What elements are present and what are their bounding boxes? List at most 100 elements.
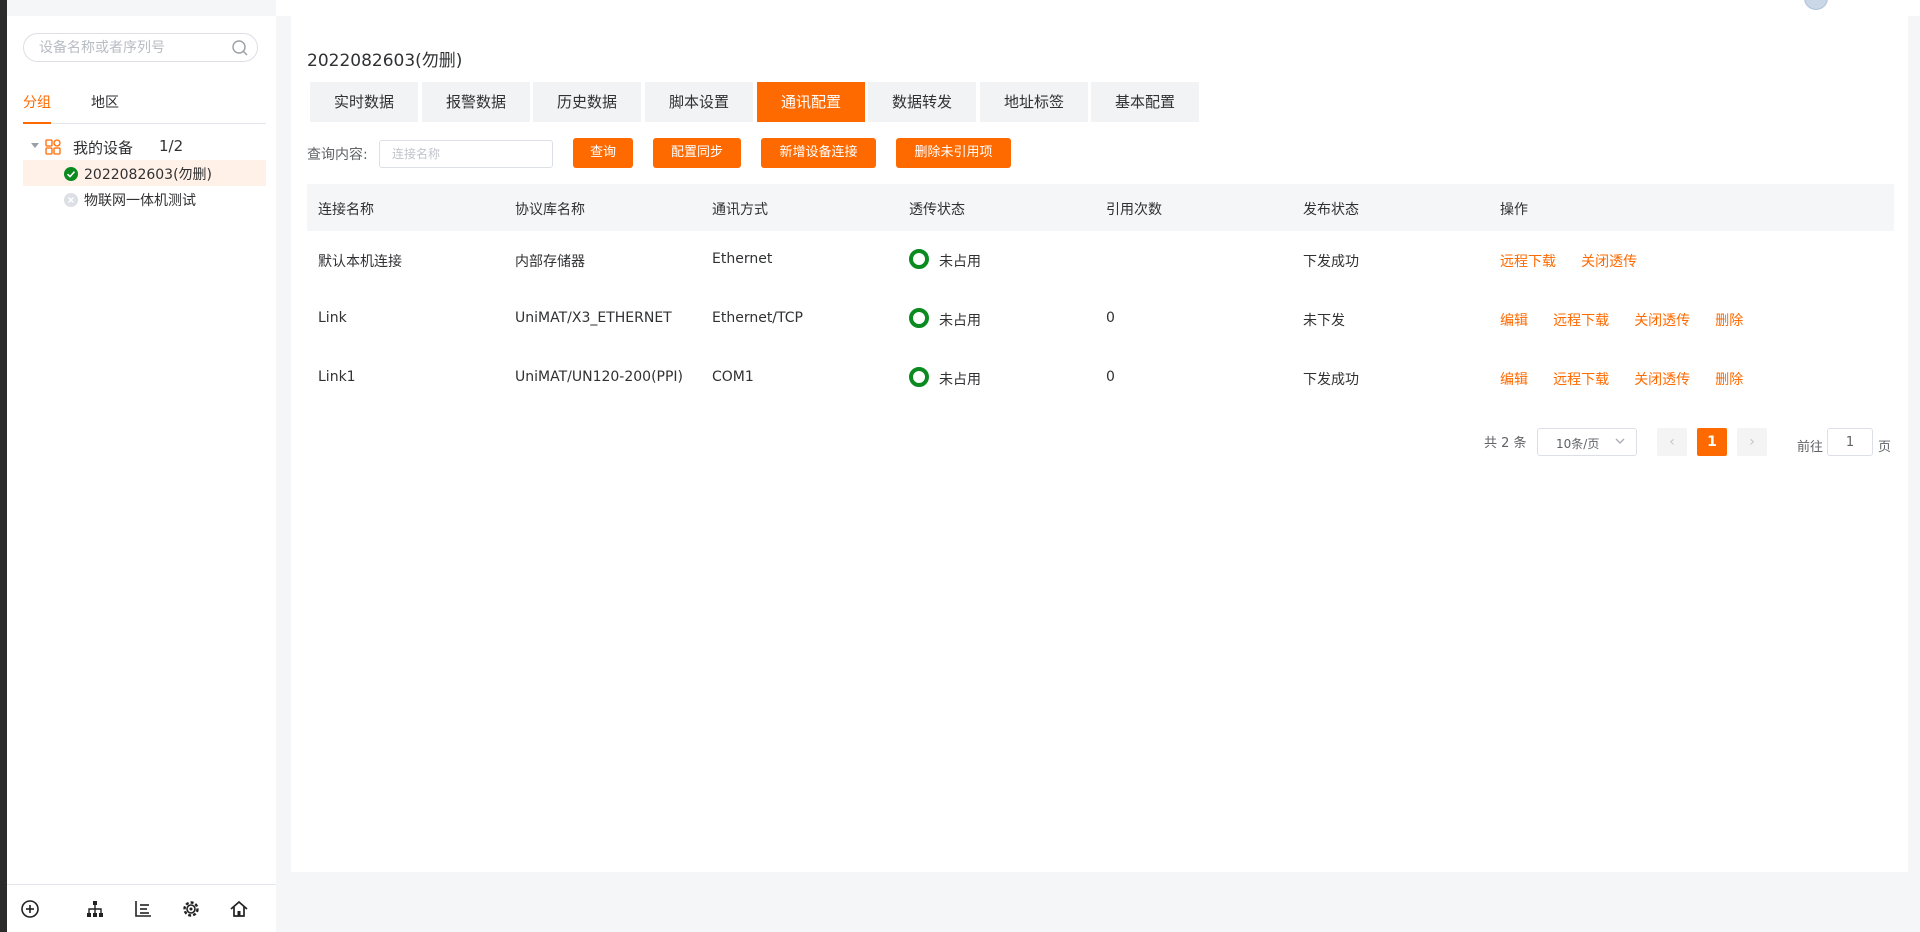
col-header-ops: 操作 [1500,202,1528,218]
search-icon[interactable] [231,39,249,57]
next-page-button[interactable]: › [1737,428,1767,456]
col-header-publish: 发布状态 [1303,202,1359,218]
active-tab-indicator [23,122,51,124]
device-search [23,33,258,62]
page-suffix-label: 页 [1878,440,1892,455]
status-ring-icon [909,367,929,387]
cell-protocol: UniMAT/UN120-200(PPI) [515,369,683,385]
tab-alarm-data[interactable]: 报警数据 [422,82,530,122]
edit-link[interactable]: 编辑 [1500,313,1528,329]
tab-realtime-data[interactable]: 实时数据 [310,82,418,122]
tree-device-label: 2022082603(勿删) [84,167,212,183]
table-row: Link1 UniMAT/UN120-200(PPI) COM1 未占用 0 下… [307,349,1894,408]
add-circle-icon[interactable] [20,899,40,919]
chevron-down-icon [1615,438,1625,444]
cell-mode: Ethernet [712,251,773,267]
device-search-input[interactable] [24,34,229,61]
prev-page-button[interactable]: ‹ [1657,428,1687,456]
remote-download-link[interactable]: 远程下载 [1553,372,1609,388]
delete-unused-button[interactable]: 删除未引用项 [896,138,1011,168]
left-edge-bar [0,0,7,932]
tab-comm-config[interactable]: 通讯配置 [757,82,865,122]
cell-ref-count: 0 [1106,369,1115,385]
delete-link[interactable]: 删除 [1715,313,1743,329]
config-sync-button[interactable]: 配置同步 [653,138,741,168]
chart-list-icon[interactable] [133,899,153,919]
tree-device-label: 物联网一体机测试 [84,193,196,209]
cell-publish: 下发成功 [1303,254,1359,270]
device-sidebar: 分组 地区 我的设备 1/2 2022082603(勿删) [7,16,276,932]
org-tree-icon[interactable] [85,899,105,919]
offline-x-icon [64,193,78,207]
row-actions: 远程下载 关闭透传 [1500,251,1657,271]
cell-mode: COM1 [712,369,754,385]
tab-history-data[interactable]: 历史数据 [533,82,641,122]
cell-name: Link1 [318,369,356,385]
group-region-tabs: 分组 地区 [23,78,266,124]
page-size-select[interactable]: 10条/页 [1537,428,1637,456]
top-header-strip [276,0,1920,16]
home-icon[interactable] [229,899,249,919]
settings-gear-icon[interactable] [181,899,201,919]
tab-basic-config[interactable]: 基本配置 [1091,82,1199,122]
col-header-mode: 通讯方式 [712,202,768,218]
cell-pass-status: 未占用 [939,254,981,270]
tree-root-my-devices[interactable]: 我的设备 1/2 [23,134,266,160]
tree-device-item[interactable]: 物联网一体机测试 [23,186,266,212]
cell-publish: 下发成功 [1303,372,1359,388]
tab-address-tags[interactable]: 地址标签 [980,82,1088,122]
user-avatar[interactable] [1804,0,1828,10]
table-header: 连接名称 协议库名称 通讯方式 透传状态 引用次数 发布状态 操作 [307,184,1894,231]
close-passthrough-link[interactable]: 关闭透传 [1581,254,1637,270]
row-actions: 编辑 远程下载 关闭透传 删除 [1500,310,1763,330]
col-header-name: 连接名称 [318,202,374,218]
tab-data-forward[interactable]: 数据转发 [868,82,976,122]
cell-ref-count: 0 [1106,310,1115,326]
tab-script-settings[interactable]: 脚本设置 [645,82,753,122]
table-row: 默认本机连接 内部存储器 Ethernet 未占用 下发成功 远程下载 关闭透传 [307,231,1894,290]
device-group-icon [45,139,61,155]
pagination-total: 共 2 条 [1484,436,1527,451]
connection-table: 连接名称 协议库名称 通讯方式 透传状态 引用次数 发布状态 操作 默认本机连接… [307,184,1894,408]
caret-down-icon[interactable] [31,143,39,148]
page-size-value: 10条/页 [1556,437,1600,451]
remote-download-link[interactable]: 远程下载 [1500,254,1556,270]
status-ring-icon [909,249,929,269]
close-passthrough-link[interactable]: 关闭透传 [1634,313,1690,329]
sidebar-bottom-toolbar [7,884,276,932]
query-label: 查询内容: [307,147,368,163]
col-header-ref-count: 引用次数 [1106,202,1162,218]
close-passthrough-link[interactable]: 关闭透传 [1634,372,1690,388]
tree-root-count: 1/2 [159,137,184,155]
row-actions: 编辑 远程下载 关闭透传 删除 [1500,369,1763,389]
delete-link[interactable]: 删除 [1715,372,1743,388]
online-check-icon [64,167,78,181]
device-tree: 我的设备 1/2 2022082603(勿删) 物联网一体机测试 [23,134,266,212]
search-button[interactable]: 查询 [573,138,633,168]
cell-name: Link [318,310,347,326]
current-page-button[interactable]: 1 [1697,428,1727,456]
goto-page-input[interactable] [1827,428,1873,456]
tab-group[interactable]: 分组 [23,92,51,112]
goto-label: 前往 [1797,440,1824,455]
connection-name-input[interactable] [379,140,553,168]
cell-pass-status: 未占用 [939,372,981,388]
remote-download-link[interactable]: 远程下载 [1553,313,1609,329]
table-row: Link UniMAT/X3_ETHERNET Ethernet/TCP 未占用… [307,290,1894,349]
cell-protocol: UniMAT/X3_ETHERNET [515,310,672,326]
col-header-pass-status: 透传状态 [909,202,965,218]
add-connection-button[interactable]: 新增设备连接 [761,138,876,168]
page-title: 2022082603(勿删) [307,51,463,71]
tab-region[interactable]: 地区 [91,92,119,112]
cell-publish: 未下发 [1303,313,1345,329]
cell-protocol: 内部存储器 [515,254,585,270]
cell-name: 默认本机连接 [318,254,402,270]
edit-link[interactable]: 编辑 [1500,372,1528,388]
col-header-protocol: 协议库名称 [515,202,585,218]
cell-pass-status: 未占用 [939,313,981,329]
main-panel: 2022082603(勿删) 实时数据 报警数据 历史数据 脚本设置 通讯配置 … [291,16,1908,872]
cell-mode: Ethernet/TCP [712,310,803,326]
tree-device-item[interactable]: 2022082603(勿删) [23,160,266,186]
tree-root-label: 我的设备 [73,139,134,157]
status-ring-icon [909,308,929,328]
